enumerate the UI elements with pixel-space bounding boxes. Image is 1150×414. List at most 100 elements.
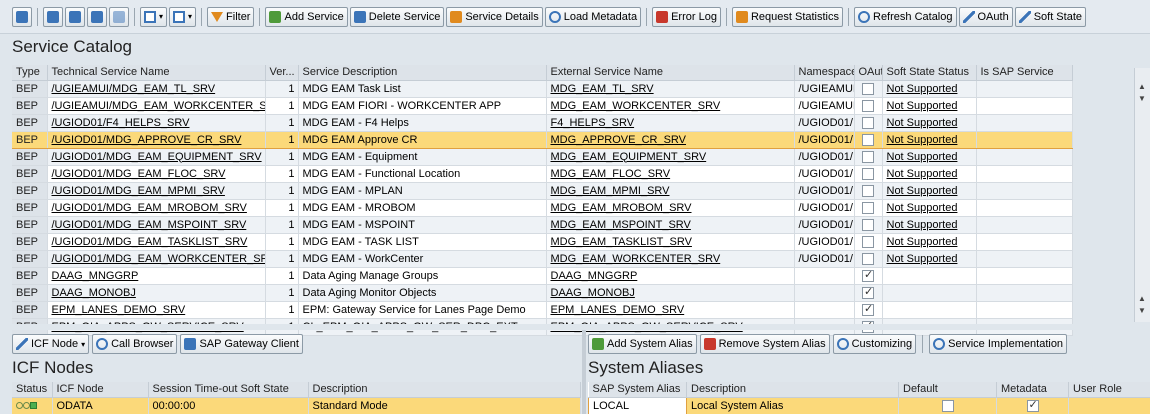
external-service-name-link[interactable]: EPM_LANES_DEMO_SRV (546, 301, 795, 319)
add-service-button[interactable]: Add Service (265, 6, 348, 27)
external-service-name-link[interactable]: MDG_EAM_FLOC_SRV (546, 165, 795, 183)
table-row[interactable]: BEP/UGIOD01/MDG_EAM_WORKCENTER_SRV 1 MDG E… (12, 250, 1073, 268)
table-row[interactable]: BEP/UGIOD01/MDG_EAM_MPMI_SRV 1 MDG EAM - M… (12, 182, 1073, 200)
oauth-checkbox[interactable] (862, 268, 874, 282)
oauth-checkbox[interactable] (862, 201, 874, 214)
delete-service-button[interactable]: Delete Service (349, 6, 445, 27)
filter-button[interactable]: Filter (207, 6, 255, 27)
oauth-checkbox[interactable] (862, 167, 874, 180)
catalog-scrollbar[interactable]: ▲ ▼ ▲ ▼ (1134, 68, 1150, 322)
column-header[interactable]: Description (686, 382, 899, 398)
table-row[interactable]: BEP/UGIOD01/MDG_EAM_EQUIPMENT_SRV 1 MDG EA… (12, 148, 1073, 166)
scroll-up-icon[interactable]: ▲ (1138, 82, 1146, 91)
find-next-button[interactable] (109, 6, 129, 27)
oauth-checkbox[interactable] (862, 116, 874, 129)
soft-state-status-link[interactable]: Not Supported (882, 250, 977, 268)
column-header[interactable]: Ver... (265, 65, 299, 81)
oauth-checkbox[interactable] (862, 99, 874, 112)
add-system-alias-button[interactable]: Add System Alias (588, 334, 697, 354)
table-row[interactable]: BEP/UGIEAMUI/MDG_EAM_WORKCENTER_SRV 1 MDG … (12, 97, 1073, 115)
table-row[interactable]: BEP/UGIOD01/MDG_EAM_MSPOINT_SRV 1 MDG EAM … (12, 216, 1073, 234)
soft-state-status-link[interactable]: Not Supported (882, 182, 977, 200)
soft-state-status-link[interactable] (882, 267, 977, 285)
system-alias-cell[interactable]: LOCAL (588, 396, 687, 414)
remove-system-alias-button[interactable]: Remove System Alias (699, 334, 830, 354)
external-service-name-link[interactable]: MDG_EAM_MPMI_SRV (546, 182, 795, 200)
refresh-catalog-button[interactable]: Refresh Catalog (854, 6, 957, 27)
external-service-name-link[interactable]: MDG_EAM_TL_SRV (546, 80, 795, 98)
error-log-button[interactable]: Error Log (652, 6, 721, 27)
technical-service-name-link[interactable]: /UGIOD01/MDG_EAM_MPMI_SRV (47, 182, 266, 200)
column-header[interactable]: Default (898, 382, 997, 398)
column-header[interactable]: Type (12, 65, 48, 81)
horizontal-splitter[interactable] (0, 324, 1150, 330)
column-header[interactable]: OAut... (854, 65, 883, 81)
scroll-up-icon[interactable]: ▲ (1138, 294, 1146, 303)
column-header[interactable]: SAP System Alias (588, 382, 687, 398)
oauth-checkbox[interactable] (862, 218, 874, 231)
export-button[interactable]: ▾ (140, 6, 168, 27)
technical-service-name-link[interactable]: /UGIOD01/MDG_EAM_FLOC_SRV (47, 165, 266, 183)
technical-service-name-link[interactable]: /UGIOD01/MDG_APPROVE_CR_SRV (47, 130, 266, 149)
external-service-name-link[interactable]: MDG_EAM_WORKCENTER_SRV (546, 97, 795, 115)
technical-service-name-link[interactable]: /UGIOD01/MDG_EAM_MSPOINT_SRV (47, 216, 266, 234)
column-header[interactable]: Soft State Status (882, 65, 977, 81)
external-service-name-link[interactable]: DAAG_MNGGRP (546, 267, 795, 285)
oauth-checkbox[interactable] (862, 285, 874, 299)
technical-service-name-link[interactable]: /UGIOD01/MDG_EAM_EQUIPMENT_SRV (47, 148, 266, 166)
table-row[interactable]: BEP/UGIOD01/MDG_EAM_MROBOM_SRV 1 MDG EAM -… (12, 199, 1073, 217)
oauth-checkbox[interactable] (862, 235, 874, 248)
table-row[interactable]: LOCAL Local System Alias (588, 396, 1150, 414)
technical-service-name-link[interactable]: DAAG_MONOBJ (47, 284, 266, 302)
oauth-checkbox[interactable] (862, 82, 874, 95)
column-header[interactable]: Service Description (298, 65, 547, 81)
scroll-down-icon[interactable]: ▼ (1138, 94, 1146, 103)
external-service-name-link[interactable]: MDG_EAM_TASKLIST_SRV (546, 233, 795, 251)
oauth-button[interactable]: OAuth (958, 6, 1013, 27)
table-row[interactable]: BEP/UGIOD01/MDG_EAM_TASKLIST_SRV 1 MDG EAM… (12, 233, 1073, 251)
column-header[interactable]: Technical Service Name (47, 65, 266, 81)
soft-state-status-link[interactable] (882, 301, 977, 319)
oauth-checkbox[interactable] (862, 150, 874, 163)
oauth-checkbox[interactable] (862, 184, 874, 197)
soft-state-status-link[interactable]: Not Supported (882, 216, 977, 234)
soft-state-status-link[interactable]: Not Supported (882, 233, 977, 251)
soft-state-status-link[interactable]: Not Supported (882, 148, 977, 166)
soft-state-status-link[interactable]: Not Supported (882, 165, 977, 183)
default-checkbox[interactable] (941, 399, 954, 412)
technical-service-name-link[interactable]: /UGIOD01/MDG_EAM_WORKCENTER_SRV (47, 250, 266, 268)
external-service-name-link[interactable]: DAAG_MONOBJ (546, 284, 795, 302)
column-header[interactable]: Is SAP Service (976, 65, 1073, 81)
soft-state-status-link[interactable]: Not Supported (882, 114, 977, 132)
layout-button[interactable]: ▾ (169, 6, 197, 27)
table-row[interactable]: BEP/UGIOD01/MDG_EAM_FLOC_SRV 1 MDG EAM - F… (12, 165, 1073, 183)
soft-state-status-link[interactable]: Not Supported (882, 80, 977, 98)
table-row[interactable]: ODATA 00:00:00 Standard Mode (12, 396, 581, 414)
external-service-name-link[interactable]: MDG_APPROVE_CR_SRV (546, 130, 795, 149)
table-row[interactable]: BEP/UGIOD01/MDG_APPROVE_CR_SRV 1 MDG EAM A… (12, 130, 1073, 149)
load-metadata-button[interactable]: Load Metadata (544, 6, 642, 27)
column-header[interactable]: Status (12, 382, 53, 398)
call-browser-button[interactable]: Call Browser (92, 334, 178, 354)
soft-state-button[interactable]: Soft State (1014, 6, 1086, 27)
technical-service-name-link[interactable]: /UGIOD01/F4_HELPS_SRV (47, 114, 266, 132)
column-header[interactable]: External Service Name (546, 65, 795, 81)
find-button[interactable] (87, 6, 107, 27)
sort-ascending-button[interactable] (43, 6, 63, 27)
technical-service-name-link[interactable]: /UGIOD01/MDG_EAM_TASKLIST_SRV (47, 233, 266, 251)
table-row[interactable]: BEP EPM_LANES_DEMO_SRV 1 EPM: Gateway Servi… (12, 301, 1073, 319)
gateway-client-button[interactable]: SAP Gateway Client (180, 334, 303, 354)
vertical-splitter[interactable] (582, 330, 586, 414)
soft-state-status-link[interactable] (882, 284, 977, 302)
soft-state-status-link[interactable]: Not Supported (882, 130, 977, 149)
technical-service-name-link[interactable]: /UGIEAMUI/MDG_EAM_TL_SRV (47, 80, 266, 98)
table-row[interactable]: BEP/UGIEAMUI/MDG_EAM_TL_SRV 1 MDG EAM Task… (12, 80, 1073, 98)
table-row[interactable]: BEP DAAG_MNGGRP 1 Data Aging Manage Groups D… (12, 267, 1073, 285)
table-row[interactable]: BEP DAAG_MONOBJ 1 Data Aging Monitor Object… (12, 284, 1073, 302)
customizing-button[interactable]: Customizing (832, 334, 917, 354)
scroll-down-icon[interactable]: ▼ (1138, 306, 1146, 315)
column-header[interactable]: User Role (1068, 382, 1150, 398)
column-header[interactable]: Metadata (996, 382, 1069, 398)
technical-service-name-link[interactable]: EPM_LANES_DEMO_SRV (47, 301, 266, 319)
soft-state-status-link[interactable]: Not Supported (882, 97, 977, 115)
